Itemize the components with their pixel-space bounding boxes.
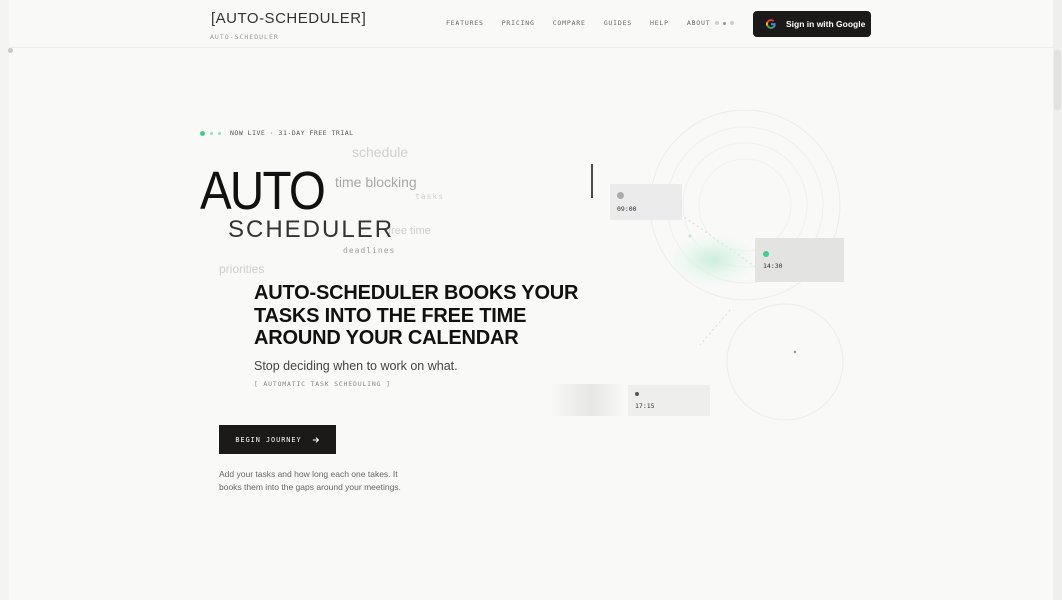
badge-text: NOW LIVE · 31-DAY FREE TRIAL <box>230 129 354 137</box>
hero-title-auto: AUTO <box>200 161 326 221</box>
feature-tag: [ AUTOMATIC TASK SCHEDULING ] <box>254 380 391 388</box>
decorative-dot <box>8 48 13 53</box>
fade-block <box>550 384 625 416</box>
floating-word-time-blocking: time blocking <box>335 174 417 190</box>
floating-word-free-time: free time <box>388 225 431 237</box>
nav-compare[interactable]: COMPARE <box>553 19 586 27</box>
google-icon <box>766 19 776 29</box>
sign-in-label: Sign in with Google <box>786 19 866 29</box>
status-badge: NOW LIVE · 31-DAY FREE TRIAL <box>200 129 354 137</box>
nav-pricing[interactable]: PRICING <box>502 19 535 27</box>
scrollbar[interactable] <box>1053 0 1062 600</box>
dot-icon <box>210 131 213 135</box>
floating-word-schedule: schedule <box>352 144 409 160</box>
time-slot-card: 09:00 <box>610 184 682 220</box>
scrollbar-thumb[interactable] <box>1054 50 1061 110</box>
logo-subtitle: AUTO-SCHEDULER <box>210 33 279 41</box>
hero-title-scheduler: SCHEDULER <box>228 216 395 243</box>
dot-icon <box>730 21 734 25</box>
nav-about[interactable]: ABOUT <box>687 19 711 27</box>
time-label: 14:30 <box>763 262 783 270</box>
nav-guides[interactable]: GUIDES <box>604 19 632 27</box>
time-label: 17:15 <box>635 402 655 410</box>
dot-icon <box>715 21 719 25</box>
site-header: [AUTO-SCHEDULER] AUTO-SCHEDULER FEATURES… <box>9 0 1053 48</box>
floating-word-deadlines: deadlines <box>343 246 396 255</box>
logo-text: [AUTO-SCHEDULER] <box>211 10 367 27</box>
schedule-visual: 09:00 14:30 17:15 <box>540 110 870 430</box>
begin-journey-button[interactable]: BEGIN JOURNEY <box>219 425 336 454</box>
cta-label: BEGIN JOURNEY <box>235 435 302 444</box>
time-slot-card: 14:30 <box>755 238 844 282</box>
sign-in-google-button[interactable]: Sign in with Google <box>753 11 871 37</box>
hero-subline: Stop deciding when to work on what. <box>254 359 458 373</box>
floating-word-priorities: priorities <box>219 262 265 276</box>
arrow-right-icon <box>312 436 319 443</box>
time-slot-card: 17:15 <box>628 385 710 416</box>
dot-icon <box>635 392 639 396</box>
hero-description: Add your tasks and how long each one tak… <box>219 469 401 492</box>
dot-icon <box>763 251 769 257</box>
dot-icon <box>218 131 221 135</box>
nav-help[interactable]: HELP <box>650 19 669 27</box>
nav-features[interactable]: FEATURES <box>446 19 484 27</box>
dot-icon <box>723 21 726 25</box>
main-nav: FEATURES PRICING COMPARE GUIDES HELP ABO… <box>446 19 728 27</box>
theme-dots[interactable] <box>715 21 734 25</box>
floating-word-tasks: tasks <box>415 192 445 201</box>
time-label: 09:00 <box>617 205 637 213</box>
dot-icon <box>617 192 624 199</box>
glow-block <box>673 236 753 284</box>
logo[interactable]: [AUTO-SCHEDULER] AUTO-SCHEDULER <box>210 10 367 41</box>
live-dot-icon <box>200 130 205 136</box>
